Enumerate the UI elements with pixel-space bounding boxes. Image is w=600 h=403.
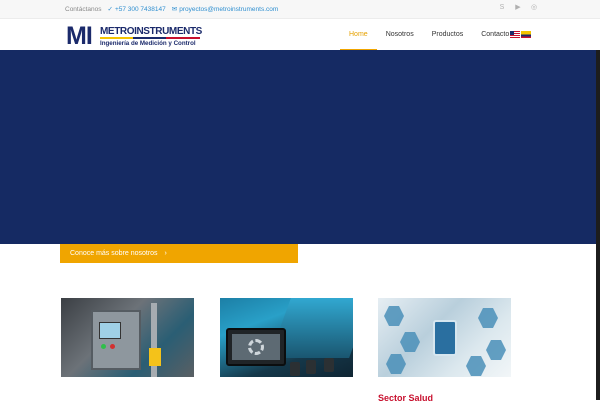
red-button-shape bbox=[110, 344, 115, 349]
control-panel-shape bbox=[91, 310, 141, 370]
top-bar: Contáctanos ✓ +57 300 7438147 ✉ proyecto… bbox=[0, 0, 600, 19]
sector-salud-heading[interactable]: Sector Salud bbox=[378, 393, 433, 403]
logo-brand-name: METROINSTRUMENTS bbox=[100, 26, 202, 37]
about-us-label: Conoce más sobre nosotros bbox=[70, 250, 158, 257]
site-logo[interactable]: MI METROINSTRUMENTS Ingeniería de Medici… bbox=[66, 23, 202, 49]
social-links: S ▶ ◎ bbox=[498, 4, 538, 12]
instagram-icon[interactable]: ◎ bbox=[530, 4, 538, 12]
hex-icon bbox=[386, 354, 406, 374]
green-button-shape bbox=[101, 344, 106, 349]
nav-home[interactable]: Home bbox=[340, 19, 377, 51]
nav-productos[interactable]: Productos bbox=[423, 19, 473, 50]
cylinder-shape bbox=[324, 358, 334, 372]
cylinder-shape bbox=[306, 360, 316, 374]
phone-device-icon bbox=[433, 320, 457, 356]
contact-label: Contáctanos bbox=[65, 5, 102, 13]
gear-icon bbox=[248, 339, 264, 355]
hex-icon bbox=[466, 356, 486, 376]
youtube-icon[interactable]: ▶ bbox=[514, 4, 522, 12]
colombia-flag-icon[interactable] bbox=[521, 31, 531, 38]
site-header: MI METROINSTRUMENTS Ingeniería de Medici… bbox=[0, 19, 600, 51]
yellow-bin-shape bbox=[149, 348, 161, 366]
panel-screen-shape bbox=[99, 322, 121, 339]
card-health-image[interactable] bbox=[378, 298, 511, 377]
phone-number: +57 300 7438147 bbox=[114, 5, 166, 13]
cylinder-shape bbox=[290, 362, 300, 376]
us-flag-icon[interactable] bbox=[510, 31, 520, 38]
chevron-right-icon: › bbox=[164, 250, 167, 257]
logo-mark: MI bbox=[66, 22, 93, 50]
phone-icon: ✓ bbox=[107, 6, 113, 13]
email-link[interactable]: ✉ proyectos@metroinstruments.com bbox=[171, 5, 279, 14]
phone-link[interactable]: ✓ +57 300 7438147 bbox=[107, 5, 166, 14]
about-us-button[interactable]: Conoce más sobre nosotros › bbox=[60, 244, 298, 263]
main-nav: Home Nosotros Productos Contacto bbox=[340, 19, 518, 51]
hex-icon bbox=[400, 332, 420, 352]
logo-tagline: Ingeniería de Medición y Control bbox=[100, 40, 196, 47]
card-industrial-image[interactable] bbox=[61, 298, 194, 377]
hero-banner bbox=[0, 50, 600, 244]
card-automation-image[interactable] bbox=[220, 298, 353, 377]
hex-icon bbox=[384, 306, 404, 326]
page-edge-strip bbox=[596, 50, 600, 400]
hex-icon bbox=[478, 308, 498, 328]
hex-icon bbox=[486, 340, 506, 360]
email-address: proyectos@metroinstruments.com bbox=[179, 5, 279, 13]
skype-icon[interactable]: S bbox=[498, 4, 506, 12]
envelope-icon: ✉ bbox=[171, 6, 178, 13]
language-switcher bbox=[510, 31, 531, 38]
nav-nosotros[interactable]: Nosotros bbox=[377, 19, 423, 50]
logo-stripe bbox=[100, 37, 200, 39]
contact-info: Contáctanos ✓ +57 300 7438147 ✉ proyecto… bbox=[65, 5, 279, 14]
